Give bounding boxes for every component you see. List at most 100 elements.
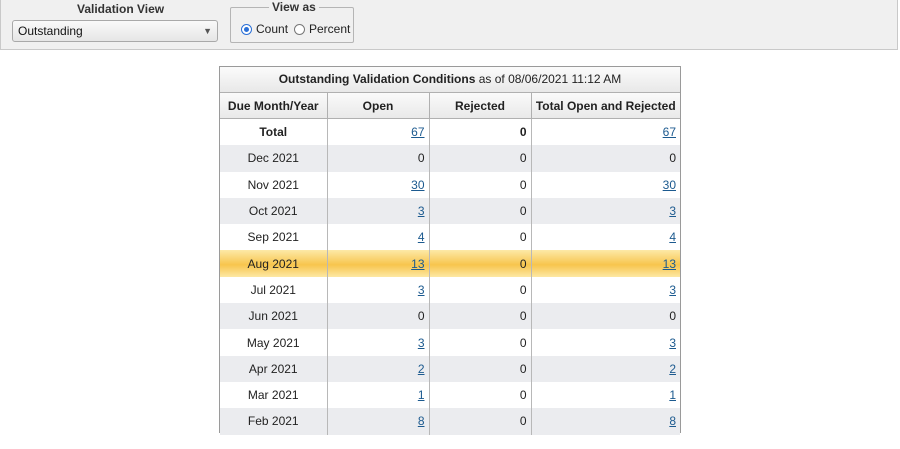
open-count-cell[interactable]: 13 xyxy=(327,250,430,277)
due-month-cell: Jun 2021 xyxy=(220,303,328,330)
rejected-count-cell: 0 xyxy=(429,276,532,304)
table-row: Jul 2021 3 0 3 xyxy=(220,276,680,304)
due-month-cell: Apr 2021 xyxy=(220,355,328,382)
table-caption-timestamp: as of 08/06/2021 11:12 AM xyxy=(475,72,622,86)
total-count-cell-link[interactable]: 67 xyxy=(663,125,676,139)
total-count-cell-link[interactable]: 13 xyxy=(663,257,676,271)
open-count-cell-link[interactable]: 30 xyxy=(411,178,424,192)
total-count-cell[interactable]: 2 xyxy=(531,355,680,382)
table-row: Oct 2021 3 0 3 xyxy=(220,197,680,225)
table-row: May 2021 3 0 3 xyxy=(220,329,680,356)
open-count-cell-link[interactable]: 3 xyxy=(418,336,425,350)
due-month-cell: May 2021 xyxy=(220,329,328,356)
due-month-cell: Jul 2021 xyxy=(220,276,328,304)
rejected-count-cell: 0 xyxy=(429,408,532,435)
filter-bar: Validation View Outstanding ▼ View as Co… xyxy=(0,0,898,50)
total-count-cell[interactable]: 8 xyxy=(531,408,680,435)
rejected-count-cell: 0 xyxy=(429,145,532,172)
open-count-cell-link[interactable]: 67 xyxy=(411,125,424,139)
due-month-cell: Dec 2021 xyxy=(220,145,328,172)
table-body: Total 67 0 67 Dec 2021 0 0 0 Nov 2021 30 0 30 Oct 20… xyxy=(220,118,680,435)
due-month-cell: Total xyxy=(220,118,328,146)
rejected-count-cell: 0 xyxy=(429,329,532,356)
percent-radio-label: Percent xyxy=(309,22,351,36)
total-count-cell: 0 xyxy=(531,303,680,330)
total-count-cell[interactable]: 4 xyxy=(531,224,680,250)
total-count-cell-link[interactable]: 3 xyxy=(669,204,676,218)
open-count-cell[interactable]: 3 xyxy=(327,329,430,356)
count-radio-label: Count xyxy=(256,22,289,36)
due-month-cell: Feb 2021 xyxy=(220,408,328,435)
due-month-cell: Mar 2021 xyxy=(220,381,328,409)
total-count-cell-link[interactable]: 2 xyxy=(669,362,676,376)
data-table: Due Month/Year Open Rejected Total Open … xyxy=(220,93,680,435)
rejected-count-cell: 0 xyxy=(429,118,532,146)
header-due-month[interactable]: Due Month/Year xyxy=(220,93,328,119)
total-count-cell-link[interactable]: 8 xyxy=(669,414,676,428)
total-count-cell-link[interactable]: 3 xyxy=(669,336,676,350)
due-month-cell: Nov 2021 xyxy=(220,171,328,198)
total-count-cell-link[interactable]: 4 xyxy=(669,230,676,244)
validation-view-selected-value: Outstanding xyxy=(18,24,83,38)
table-row: Feb 2021 8 0 8 xyxy=(220,408,680,435)
validation-conditions-table: Outstanding Validation Conditions as of … xyxy=(219,66,681,435)
table-row: Apr 2021 2 0 2 xyxy=(220,355,680,382)
open-count-cell-link[interactable]: 2 xyxy=(418,362,425,376)
total-count-cell-link[interactable]: 3 xyxy=(669,283,676,297)
validation-view-select[interactable]: Outstanding ▼ xyxy=(12,20,218,42)
rejected-count-cell: 0 xyxy=(429,224,532,251)
open-count-cell-link[interactable]: 3 xyxy=(418,204,425,218)
rejected-count-cell: 0 xyxy=(429,197,532,225)
due-month-cell: Oct 2021 xyxy=(220,197,328,225)
due-month-cell: Aug 2021 xyxy=(220,250,328,277)
header-open[interactable]: Open xyxy=(327,93,430,119)
total-count-cell: 0 xyxy=(531,145,680,172)
header-total-open-rejected[interactable]: Total Open and Rejected xyxy=(531,93,680,119)
open-count-cell[interactable]: 3 xyxy=(327,197,430,225)
rejected-count-cell: 0 xyxy=(429,303,532,330)
open-count-cell: 0 xyxy=(327,303,430,330)
open-count-cell[interactable]: 1 xyxy=(327,381,430,409)
due-month-cell: Sep 2021 xyxy=(220,224,328,251)
open-count-cell[interactable]: 3 xyxy=(327,276,430,304)
open-count-cell[interactable]: 67 xyxy=(327,118,430,146)
open-count-cell-link[interactable]: 1 xyxy=(418,388,425,402)
table-row: Aug 2021 13 0 13 xyxy=(220,250,680,277)
view-as-group: View as Count Percent xyxy=(230,0,354,43)
view-as-percent-option[interactable]: Percent xyxy=(294,22,350,36)
rejected-count-cell: 0 xyxy=(429,355,532,382)
open-count-cell-link[interactable]: 13 xyxy=(411,257,424,271)
open-count-cell[interactable]: 2 xyxy=(327,355,430,382)
open-count-cell[interactable]: 30 xyxy=(327,171,430,198)
table-row: Mar 2021 1 0 1 xyxy=(220,381,680,409)
total-count-cell[interactable]: 30 xyxy=(531,172,680,198)
rejected-count-cell: 0 xyxy=(429,171,532,198)
open-count-cell-link[interactable]: 8 xyxy=(418,414,425,428)
open-count-cell: 0 xyxy=(327,145,430,172)
total-count-cell-link[interactable]: 30 xyxy=(663,178,676,192)
table-row: Jun 2021 0 0 0 xyxy=(220,303,680,330)
total-count-cell[interactable]: 3 xyxy=(531,329,680,355)
view-as-count-option[interactable]: Count xyxy=(241,22,288,36)
total-count-cell[interactable]: 67 xyxy=(531,119,680,146)
view-as-label: View as xyxy=(269,0,319,14)
table-row: Nov 2021 30 0 30 xyxy=(220,171,680,198)
table-caption: Outstanding Validation Conditions as of … xyxy=(220,67,680,93)
rejected-count-cell: 0 xyxy=(429,381,532,409)
total-count-cell[interactable]: 3 xyxy=(531,197,680,225)
rejected-count-cell: 0 xyxy=(429,250,532,277)
open-count-cell[interactable]: 8 xyxy=(327,408,430,435)
open-count-cell-link[interactable]: 3 xyxy=(418,283,425,297)
header-rejected[interactable]: Rejected xyxy=(429,93,532,119)
count-radio[interactable] xyxy=(241,23,252,35)
open-count-cell[interactable]: 4 xyxy=(327,224,430,251)
table-row: Dec 2021 0 0 0 xyxy=(220,145,680,172)
total-count-cell[interactable]: 3 xyxy=(531,277,680,303)
open-count-cell-link[interactable]: 4 xyxy=(418,230,425,244)
total-count-cell[interactable]: 13 xyxy=(531,250,680,277)
chevron-down-icon: ▼ xyxy=(203,26,212,36)
percent-radio[interactable] xyxy=(294,23,305,35)
table-caption-title: Outstanding Validation Conditions xyxy=(278,72,476,86)
total-count-cell[interactable]: 1 xyxy=(531,382,680,408)
total-count-cell-link[interactable]: 1 xyxy=(669,388,676,402)
